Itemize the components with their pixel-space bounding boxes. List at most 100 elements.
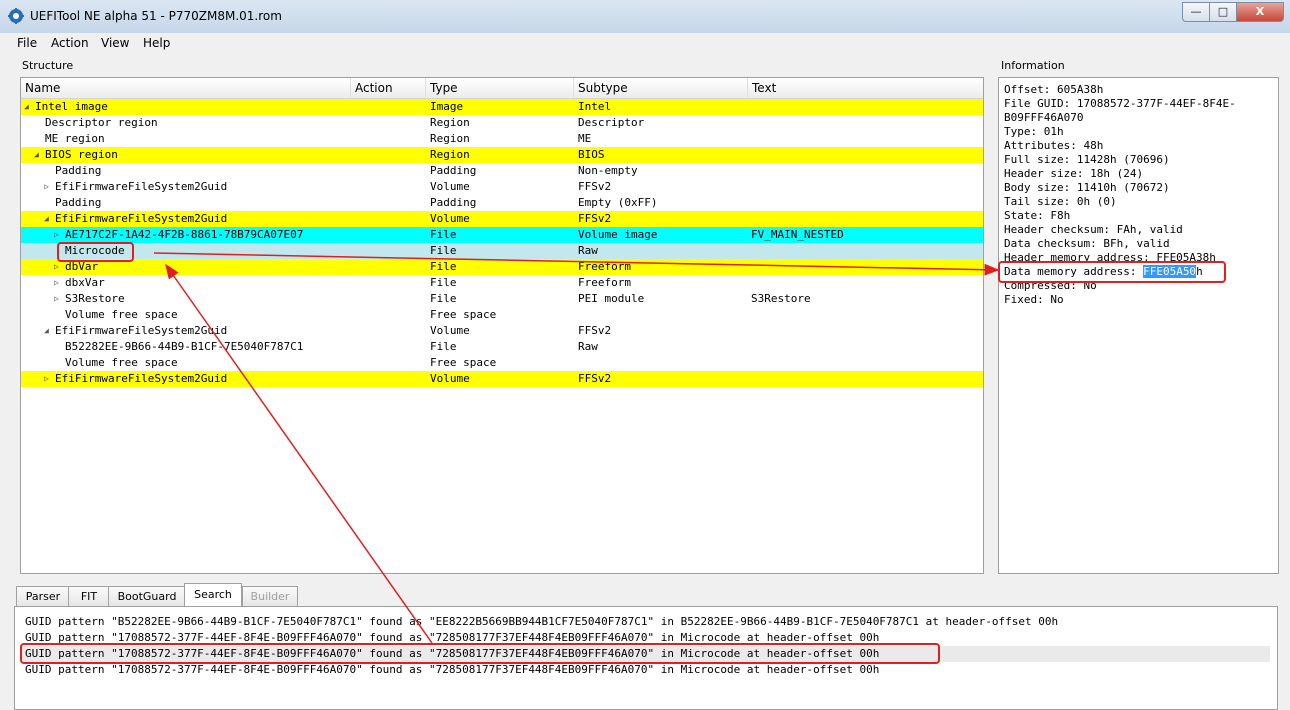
tree-row[interactable]: ▷ dbxVar File Freeform	[21, 275, 983, 291]
data-memory-address-selection[interactable]: FFE05A50	[1143, 265, 1197, 278]
tree-row-name: Volume free space	[65, 356, 178, 369]
tree-row-type: File	[430, 292, 457, 305]
info-tail-lines: Compressed: No Fixed: No	[1004, 279, 1097, 306]
tree-row-name: ME region	[45, 132, 105, 145]
menu-help[interactable]: Help	[143, 36, 170, 50]
tree-collapse-arrow-icon[interactable]: ◢	[34, 147, 44, 163]
tree-row[interactable]: Padding Padding Empty (0xFF)	[21, 195, 983, 211]
tree-row-subtype: BIOS	[578, 148, 605, 161]
info-line: File GUID: 17088572-377F-44EF-8F4E-	[1004, 97, 1236, 110]
info-line: Attributes: 48h	[1004, 139, 1104, 152]
tree-row-name: AE717C2F-1A42-4F2B-8861-78B79CA07E07	[65, 228, 304, 241]
tree-row[interactable]: ◢ EfiFirmwareFileSystem2Guid Volume FFSv2	[21, 323, 983, 339]
tree-row-subtype: Non-empty	[578, 164, 638, 177]
tree-row-subtype: Raw	[578, 340, 598, 353]
tree-row-name: EfiFirmwareFileSystem2Guid	[55, 372, 228, 385]
tree-row-name: dbxVar	[65, 276, 105, 289]
tree-row-name: BIOS region	[45, 148, 118, 161]
search-result-line[interactable]: GUID pattern "17088572-377F-44EF-8F4E-B0…	[25, 662, 879, 678]
maximize-button[interactable]: □	[1209, 2, 1236, 22]
data-memory-address-line: Data memory address: FFE05A50h	[1004, 265, 1203, 278]
tree-row-type: Volume	[430, 372, 470, 385]
tree-row-name: Padding	[55, 196, 102, 209]
menu-action[interactable]: Action	[51, 36, 89, 50]
tree-expand-arrow-icon[interactable]: ▷	[54, 259, 64, 275]
tree-row[interactable]: B52282EE-9B66-44B9-B1CF-7E5040F787C1 File…	[21, 339, 983, 355]
tree-row[interactable]: ▷ S3Restore File PEI module S3Restore	[21, 291, 983, 307]
tree-row[interactable]: ME region Region ME	[21, 131, 983, 147]
column-header-action[interactable]: Action	[351, 78, 426, 98]
tree-row-subtype: PEI module	[578, 292, 645, 305]
tab-fit[interactable]: FIT	[68, 586, 110, 606]
search-result-line[interactable]: GUID pattern "B52282EE-9B66-44B9-B1CF-7E…	[25, 614, 1058, 630]
tree-expand-arrow-icon[interactable]: ▷	[54, 227, 64, 243]
tree-row-text: S3Restore	[751, 292, 811, 305]
tree-row-subtype: Descriptor	[578, 116, 645, 129]
tree-row-name: EfiFirmwareFileSystem2Guid	[55, 180, 228, 193]
tree-row-subtype: Volume image	[578, 228, 658, 241]
close-button[interactable]: X	[1236, 2, 1284, 22]
information-label: Information	[1001, 59, 1065, 72]
tree-row[interactable]: Volume free space Free space	[21, 307, 983, 323]
column-header-text[interactable]: Text	[748, 78, 983, 98]
tree-row-type: File	[430, 276, 457, 289]
tab-builder: Builder	[242, 586, 298, 606]
info-line: Tail size: 0h (0)	[1004, 195, 1117, 208]
tree-row-name: Microcode	[65, 244, 125, 257]
info-line: Type: 01h	[1004, 125, 1064, 138]
tree-row[interactable]: ▷ dbVar File Freeform	[21, 259, 983, 275]
tree-expand-arrow-icon[interactable]: ▷	[54, 291, 64, 307]
menu-file[interactable]: File	[17, 36, 37, 50]
tree-row-name: S3Restore	[65, 292, 125, 305]
info-line: Body size: 11410h (70672)	[1004, 181, 1170, 194]
tree-row[interactable]: ▷ EfiFirmwareFileSystem2Guid Volume FFSv2	[21, 371, 983, 387]
tree-expand-arrow-icon[interactable]: ▷	[44, 179, 54, 195]
tree-expand-arrow-icon[interactable]: ▷	[54, 275, 64, 291]
menu-view[interactable]: View	[101, 36, 129, 50]
tree-row[interactable]: Volume free space Free space	[21, 355, 983, 371]
info-line: Compressed: No	[1004, 279, 1097, 292]
information-text: Offset: 605A38h File GUID: 17088572-377F…	[1004, 83, 1236, 307]
info-line: Fixed: No	[1004, 293, 1064, 306]
tab-search[interactable]: Search	[184, 583, 242, 607]
structure-tree[interactable]: Name Action Type Subtype Text ◢ Intel ima…	[20, 77, 984, 574]
search-result-line[interactable]: GUID pattern "17088572-377F-44EF-8F4E-B0…	[25, 630, 879, 646]
information-panel[interactable]: Offset: 605A38h File GUID: 17088572-377F…	[998, 77, 1279, 574]
tree-collapse-arrow-icon[interactable]: ◢	[24, 99, 34, 115]
column-header-name[interactable]: Name	[21, 78, 351, 98]
tree-row[interactable]: ▷ EfiFirmwareFileSystem2Guid Volume FFSv2	[21, 179, 983, 195]
column-header-type[interactable]: Type	[426, 78, 574, 98]
tree-row-type: Region	[430, 116, 470, 129]
search-results-panel[interactable]: GUID pattern "B52282EE-9B66-44B9-B1CF-7E…	[14, 606, 1278, 710]
tree-collapse-arrow-icon[interactable]: ◢	[44, 323, 54, 339]
tree-row[interactable]: ◢ Intel image Image Intel	[21, 99, 983, 115]
tree-row-subtype: FFSv2	[578, 212, 612, 225]
title-bar: UEFITool NE alpha 51 - P770ZM8M.01.rom —…	[0, 0, 1290, 34]
tab-parser[interactable]: Parser	[16, 586, 70, 606]
info-line: Header size: 18h (24)	[1004, 167, 1144, 180]
tree-row[interactable]: ◢ BIOS region Region BIOS	[21, 147, 983, 163]
tree-collapse-arrow-icon[interactable]: ◢	[44, 211, 54, 227]
tree-rows: ◢ Intel image Image Intel Descriptor region R…	[21, 99, 983, 387]
tree-row-subtype: FFSv2	[578, 180, 612, 193]
minimize-button[interactable]: —	[1182, 2, 1209, 22]
tree-row-type: Volume	[430, 324, 470, 337]
tree-row[interactable]: Descriptor region Region Descriptor	[21, 115, 983, 131]
tree-row[interactable]: Microcode File Raw	[21, 243, 983, 259]
tree-row-subtype: FFSv2	[578, 324, 612, 337]
tree-row-type: File	[430, 340, 457, 353]
search-result-line-selected[interactable]: GUID pattern "17088572-377F-44EF-8F4E-B0…	[21, 646, 1270, 662]
tree-expand-arrow-icon[interactable]: ▷	[44, 371, 54, 387]
tab-bootguard[interactable]: BootGuard	[108, 586, 186, 606]
tree-row[interactable]: ◢ EfiFirmwareFileSystem2Guid Volume FFSv2	[21, 211, 983, 227]
column-header-subtype[interactable]: Subtype	[574, 78, 748, 98]
tree-row-type: File	[430, 228, 457, 241]
tree-row-subtype: Freeform	[578, 276, 631, 289]
info-line: State: F8h	[1004, 209, 1071, 222]
tree-row[interactable]: Padding Padding Non-empty	[21, 163, 983, 179]
uefitool-app-icon	[8, 8, 24, 24]
tree-row[interactable]: ▷ AE717C2F-1A42-4F2B-8861-78B79CA07E07 Fil…	[21, 227, 983, 243]
tree-row-subtype: Freeform	[578, 260, 631, 273]
menu-bar: File Action View Help	[0, 33, 1290, 53]
info-line: Data checksum: BFh, valid	[1004, 237, 1170, 250]
